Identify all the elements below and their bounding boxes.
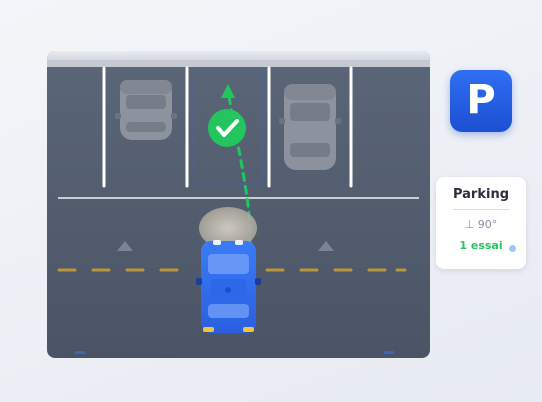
parking-badge-letter: P [466,77,496,123]
parking-angle: ⊥ 90° [464,218,498,231]
card-divider [453,209,509,210]
parked-car-left [115,80,177,140]
card-title: Parking [452,187,510,202]
parking-icon: P [450,70,512,132]
target-checkmark-icon [208,109,246,147]
info-card: Parking ⊥ 90° 1 essai [436,177,526,269]
player-car[interactable] [196,240,261,333]
parked-car-right [279,84,341,170]
status-dot [509,245,516,252]
